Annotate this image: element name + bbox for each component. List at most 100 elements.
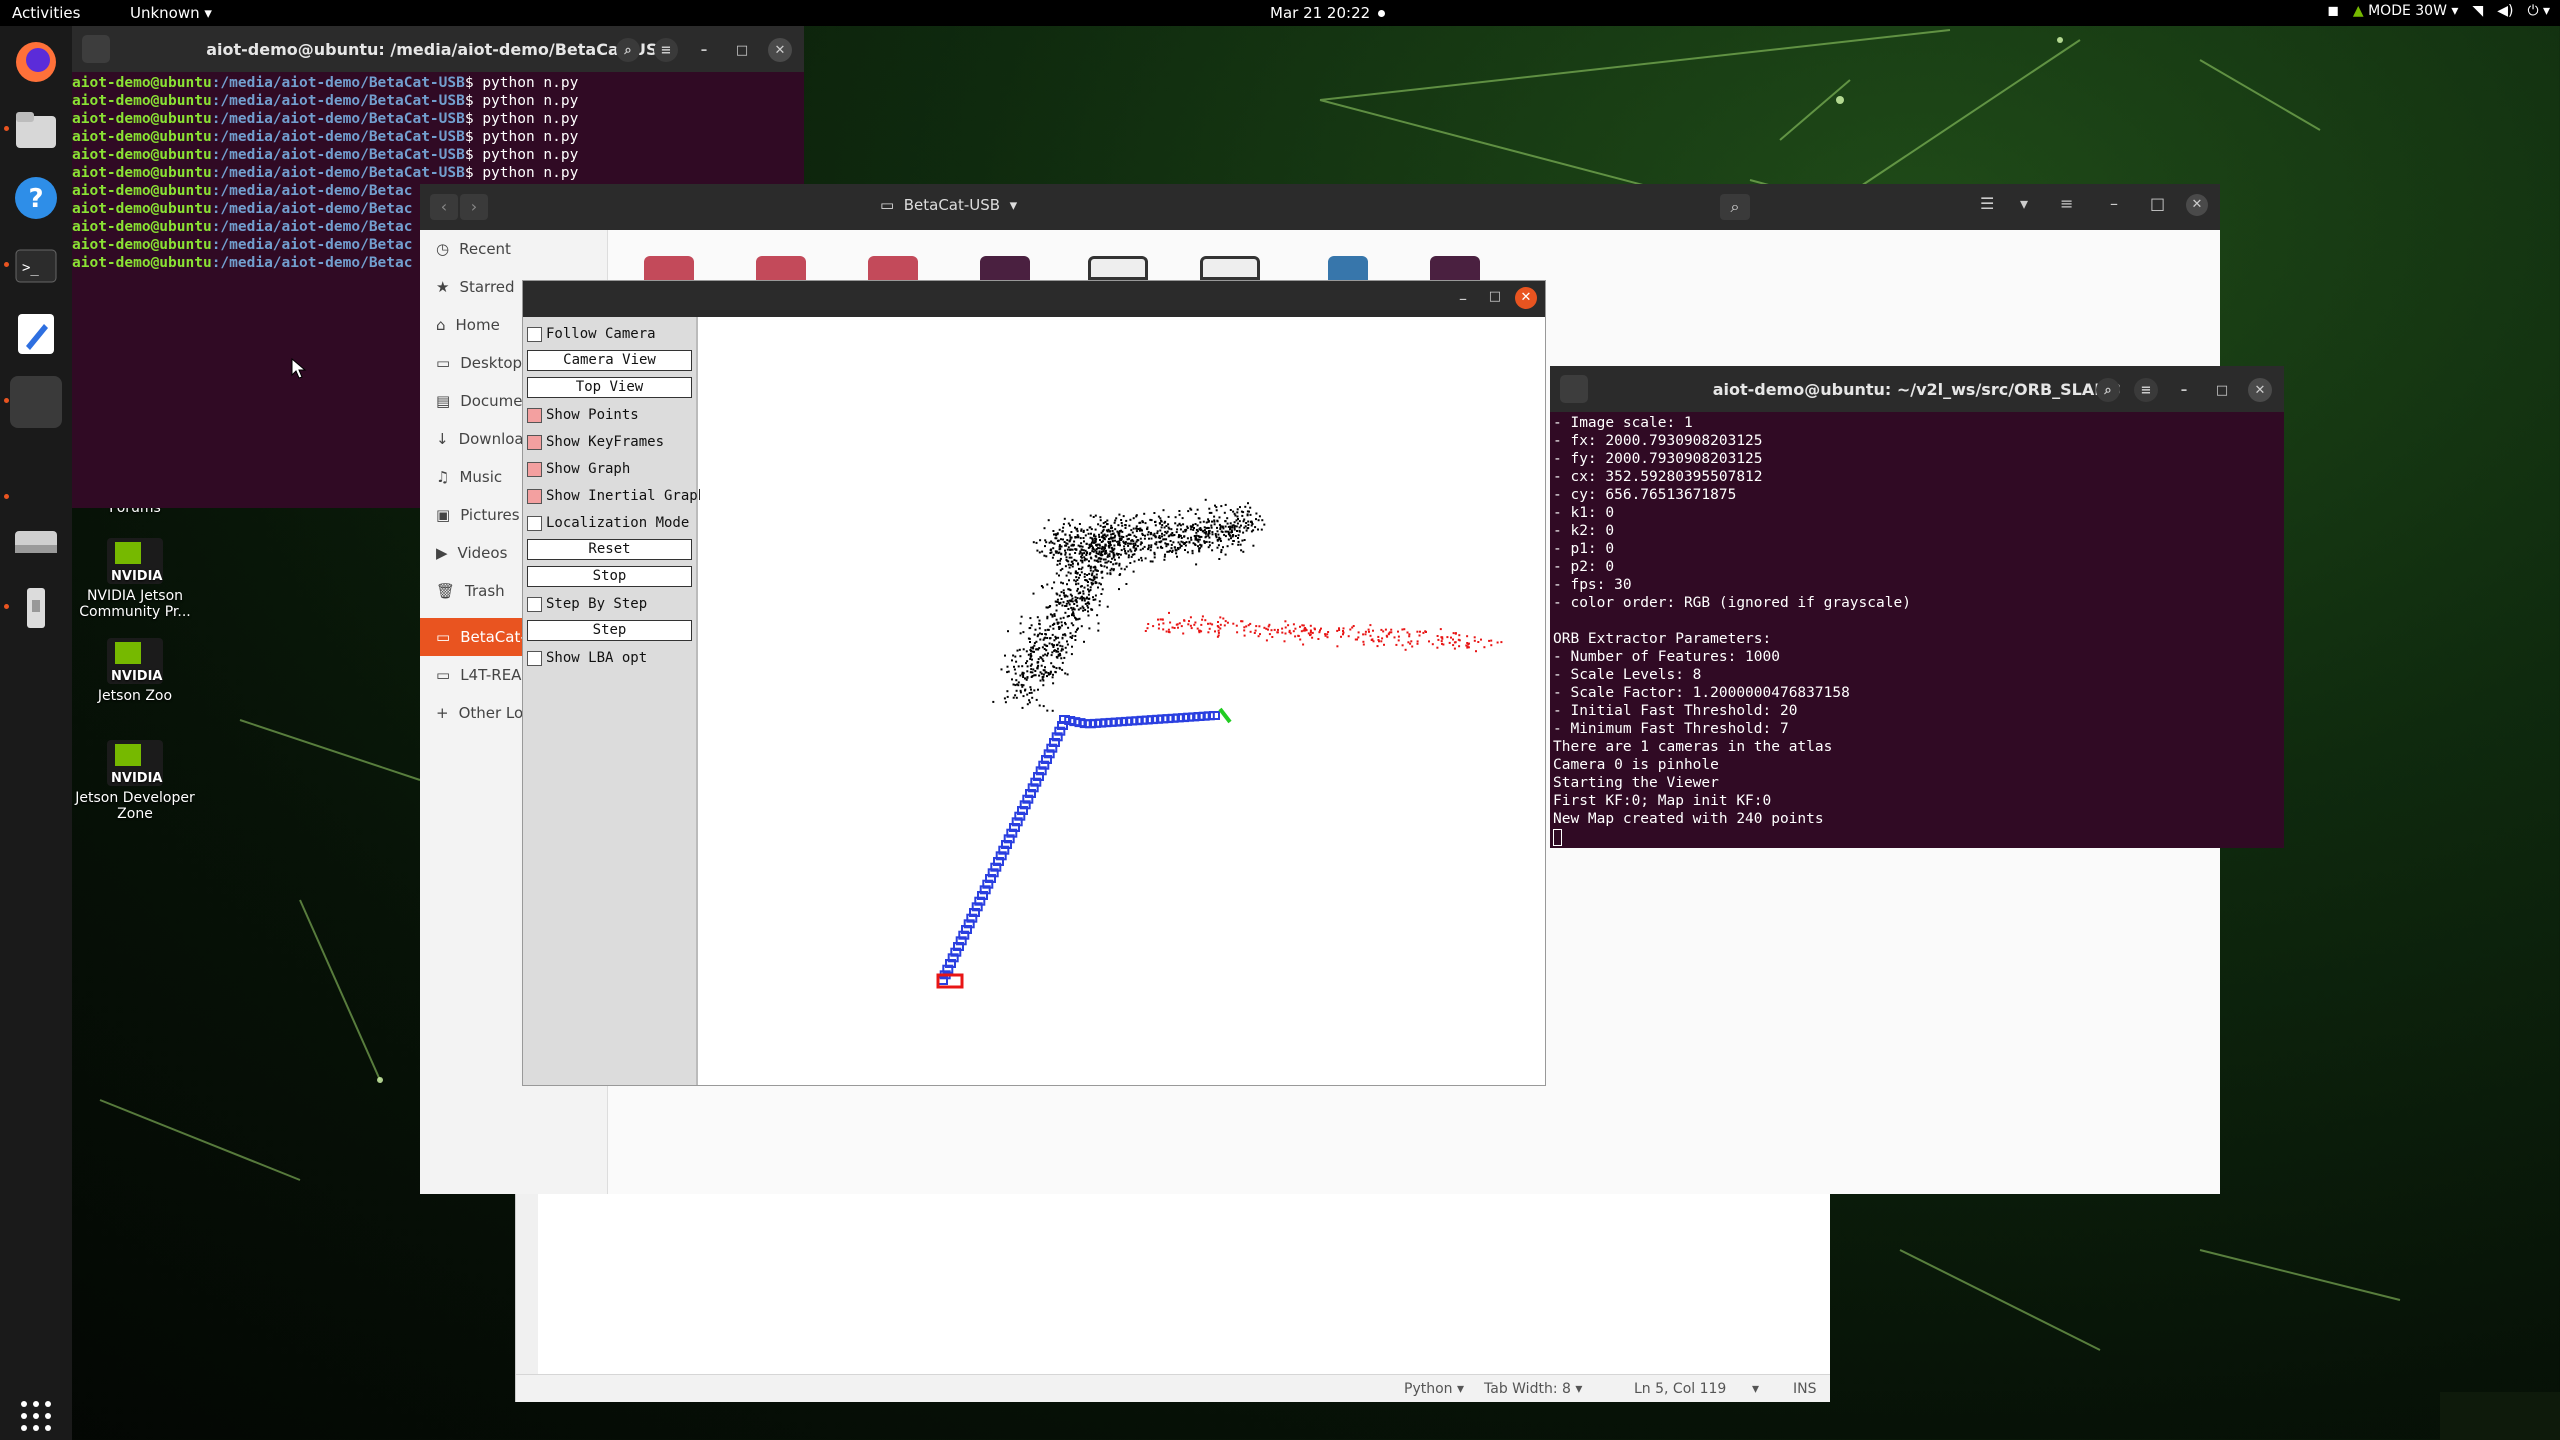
step-button[interactable]: Step xyxy=(527,620,692,641)
terminal-output[interactable]: - Image scale: 1 - fx: 2000.7930908203125… xyxy=(1550,412,2284,846)
video-file-icon[interactable] xyxy=(980,256,1030,280)
localization-mode-checkbox[interactable]: Localization Mode xyxy=(527,512,689,534)
close-icon[interactable]: ✕ xyxy=(2186,194,2208,216)
usb-drive-icon[interactable] xyxy=(10,582,62,634)
system-tray[interactable]: ◼ ▲ MODE 30W ▾ ◥ ◀) ⏻ ▾ xyxy=(2327,3,2550,19)
drive-icon[interactable] xyxy=(10,516,62,568)
text-editor-window[interactable]: Python ▾ Tab Width: 8 ▾ Ln 5, Col 119 ▾ … xyxy=(515,1194,1830,1402)
image-file-icon[interactable] xyxy=(1200,256,1260,280)
power-icon: ⏻ ▾ xyxy=(2527,3,2550,19)
minimize-icon[interactable]: – xyxy=(2110,194,2118,213)
checkbox-box xyxy=(527,596,542,612)
menu-icon[interactable]: ≡ xyxy=(654,38,678,62)
show-inertial-graph-checkbox[interactable]: Show Inertial Graph xyxy=(527,485,706,507)
folder-icon[interactable] xyxy=(756,256,806,280)
search-icon[interactable]: ⌕ xyxy=(1720,194,1750,220)
menu-icon[interactable]: ≡ xyxy=(2134,378,2158,402)
show-keyframes-checkbox[interactable]: Show KeyFrames xyxy=(527,431,664,453)
minimize-icon[interactable]: – xyxy=(692,38,716,62)
folder-icon[interactable] xyxy=(868,256,918,280)
desktop-icon-developer-zone[interactable]: NVIDIA Jetson Developer Zone xyxy=(70,740,200,822)
dropdown-icon[interactable]: ▾ xyxy=(1752,1381,1759,1397)
new-tab-icon[interactable] xyxy=(82,35,110,63)
maximize-icon[interactable]: □ xyxy=(2150,194,2165,213)
terminal-icon[interactable]: >_ xyxy=(10,240,62,292)
new-tab-icon[interactable] xyxy=(1560,375,1588,403)
back-icon[interactable]: ‹ xyxy=(430,194,458,220)
view-options-icon[interactable]: ▾ xyxy=(2020,194,2028,213)
active-app-icon[interactable] xyxy=(10,376,62,428)
top-view-button[interactable]: Top View xyxy=(527,377,692,398)
reset-button[interactable]: Reset xyxy=(527,539,692,560)
show-apps-icon[interactable] xyxy=(10,1390,62,1440)
close-icon[interactable]: ✕ xyxy=(1515,287,1537,309)
app-menu[interactable]: Unknown ▾ xyxy=(130,4,212,22)
show-lba-opt-checkbox[interactable]: Show LBA opt xyxy=(527,647,647,669)
search-icon[interactable]: ⌕ xyxy=(2096,378,2120,402)
orbslam-viewer-window[interactable]: – □ ✕ Follow Camera Camera View Top View… xyxy=(522,280,1546,1086)
stop-button[interactable]: Stop xyxy=(527,566,692,587)
files-icon[interactable] xyxy=(10,104,62,156)
checkbox-label: Show KeyFrames xyxy=(546,434,665,450)
forward-icon[interactable]: › xyxy=(460,194,488,220)
text-editor-icon[interactable] xyxy=(10,308,62,360)
show-graph-checkbox[interactable]: Show Graph xyxy=(527,458,630,480)
minimize-icon[interactable]: – xyxy=(2172,378,2196,402)
maximize-icon[interactable]: □ xyxy=(1489,289,1501,304)
dock: ? >_ xyxy=(0,26,72,1440)
folder-icon[interactable] xyxy=(644,256,694,280)
path-bar[interactable]: ▭ BetaCat-USB ▾ xyxy=(880,196,1017,214)
sidebar-icon: ▭ xyxy=(436,354,451,372)
view-list-icon[interactable]: ☰ xyxy=(1980,194,1994,213)
prompt-user: aiot-demo@ubuntu xyxy=(72,255,212,271)
prompt-user: aiot-demo@ubuntu xyxy=(72,129,212,145)
activities-button[interactable]: Activities xyxy=(12,4,80,22)
running-indicator xyxy=(4,126,9,131)
show-points-checkbox[interactable]: Show Points xyxy=(527,404,639,426)
language-selector[interactable]: Python ▾ xyxy=(1404,1381,1464,1397)
command-text: $ python n.py xyxy=(464,165,579,181)
maximize-icon[interactable]: □ xyxy=(2210,378,2234,402)
video-file-icon[interactable] xyxy=(1430,256,1480,280)
sidebar-label: Pictures xyxy=(460,506,520,524)
terminal-line: - Image scale: 1 xyxy=(1553,415,1693,431)
close-icon[interactable]: ✕ xyxy=(768,38,792,62)
cursor-position[interactable]: Ln 5, Col 119 xyxy=(1634,1381,1726,1397)
clock[interactable]: Mar 21 20:22 xyxy=(1270,4,1386,22)
image-file-icon[interactable] xyxy=(1088,256,1148,280)
checkbox-box xyxy=(527,434,542,450)
terminal-window-orbslam[interactable]: aiot-demo@ubuntu: ~/v2l_ws/src/ORB_SLAM3… xyxy=(1550,366,2284,848)
menu-icon[interactable]: ≡ xyxy=(2060,194,2073,213)
maximize-icon[interactable]: □ xyxy=(730,38,754,62)
search-icon[interactable]: ⌕ xyxy=(616,38,640,62)
terminal-line: First KF:0; Map init KF:0 xyxy=(1553,793,1772,809)
map-3d-canvas[interactable] xyxy=(700,317,1545,1085)
follow-camera-checkbox[interactable]: Follow Camera xyxy=(527,323,656,345)
terminal-titlebar[interactable]: aiot-demo@ubuntu: ~/v2l_ws/src/ORB_SLAM3… xyxy=(1550,366,2284,412)
mouse-pointer-icon xyxy=(291,358,307,379)
terminal-line: aiot-demo@ubuntu:/media/aiot-demo/BetaCa… xyxy=(72,146,804,164)
step-by-step-checkbox[interactable]: Step By Step xyxy=(527,593,647,615)
minimize-icon[interactable]: – xyxy=(1459,289,1467,308)
camera-view-button[interactable]: Camera View xyxy=(527,350,692,371)
power-mode[interactable]: ▲ MODE 30W ▾ xyxy=(2353,3,2459,19)
terminal-line: aiot-demo@ubuntu:/media/aiot-demo/BetaCa… xyxy=(72,164,804,182)
desktop-icon-community[interactable]: NVIDIA NVIDIA Jetson Community Pr... xyxy=(70,538,200,620)
tab-width-selector[interactable]: Tab Width: 8 ▾ xyxy=(1484,1381,1582,1397)
community-label: NVIDIA Jetson Community Pr... xyxy=(79,588,191,620)
firefox-icon[interactable] xyxy=(10,36,62,88)
viewer-titlebar[interactable]: – □ ✕ xyxy=(523,281,1545,317)
python-file-icon[interactable] xyxy=(1328,256,1368,280)
sidebar-label: Starred xyxy=(459,278,515,296)
svg-text:>_: >_ xyxy=(22,260,39,276)
sidebar-icon: ▭ xyxy=(436,628,451,646)
close-icon[interactable]: ✕ xyxy=(2248,378,2272,402)
nvidia-shortcut-icon: NVIDIA xyxy=(107,740,163,786)
prompt-path: :/media/aiot-demo/BetaCat-USB xyxy=(211,147,465,163)
help-icon[interactable]: ? xyxy=(10,172,62,224)
sidebar-item-recent[interactable]: ◷ Recent xyxy=(420,230,607,268)
desktop-icon-jetson-zoo[interactable]: NVIDIA Jetson Zoo xyxy=(70,638,200,704)
terminal-titlebar[interactable]: aiot-demo@ubuntu: /media/aiot-demo/BetaC… xyxy=(72,26,804,72)
terminal-cursor xyxy=(1553,828,1562,846)
files-headerbar[interactable]: ‹ › ▭ BetaCat-USB ▾ ⌕ ☰ ▾ ≡ – □ ✕ xyxy=(420,184,2220,230)
